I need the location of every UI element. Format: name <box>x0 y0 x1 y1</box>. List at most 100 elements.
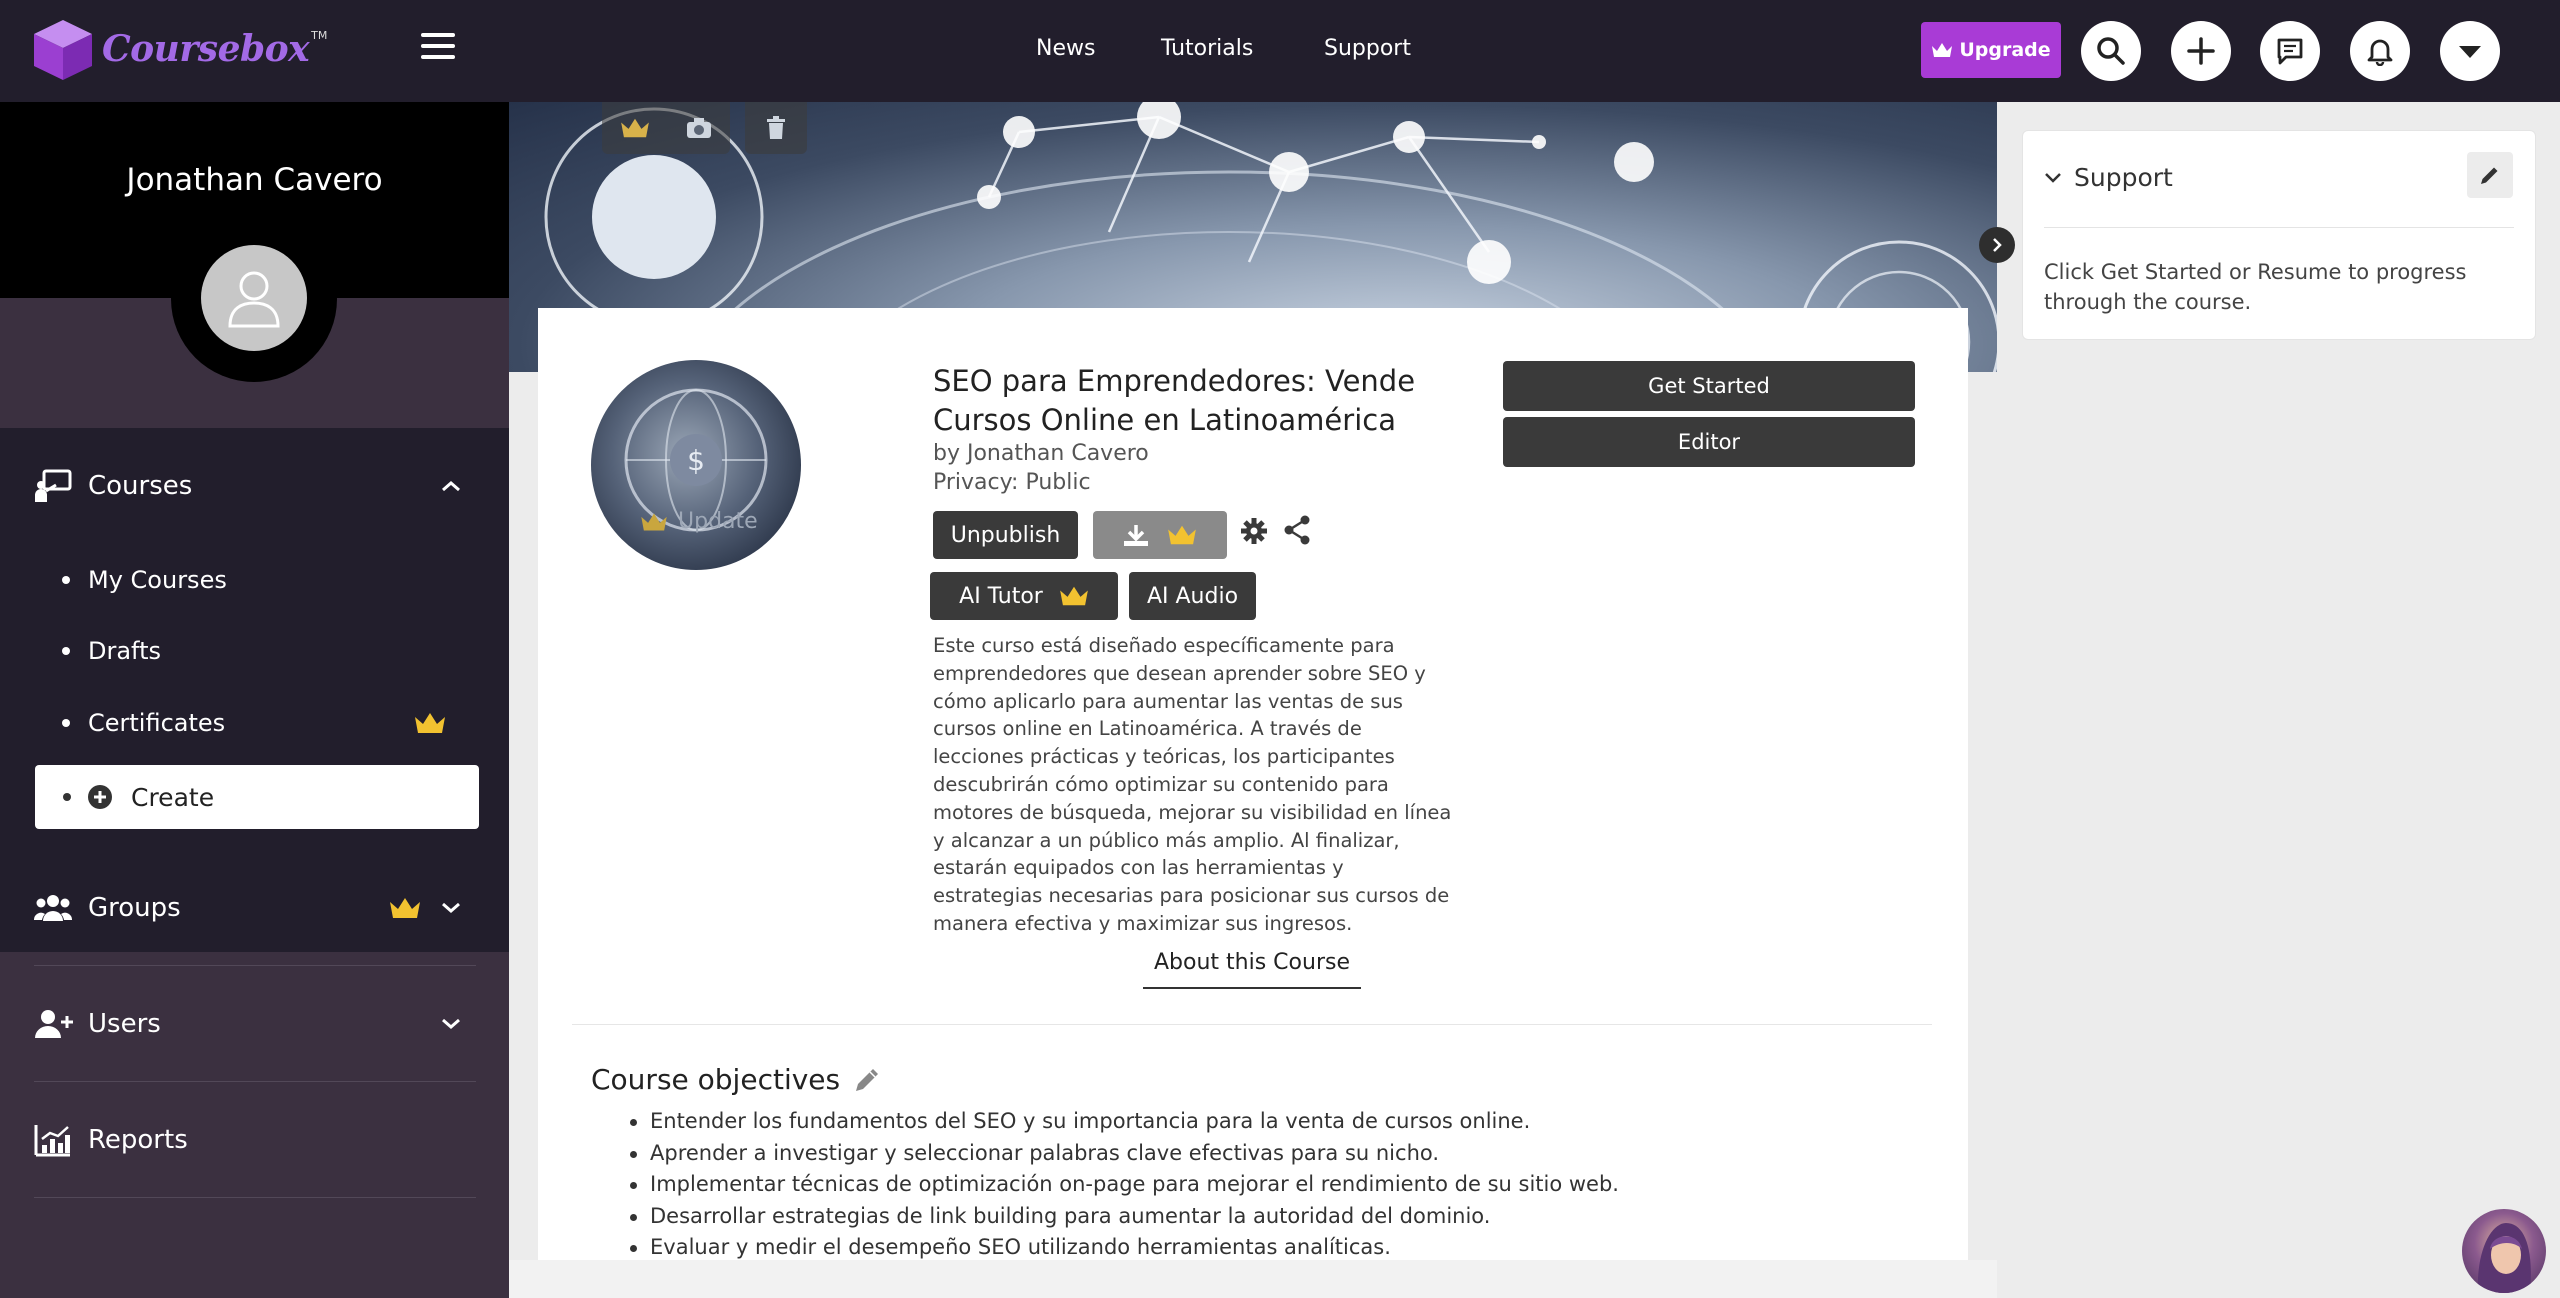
chevron-down-icon <box>442 1018 460 1029</box>
nav-tutorials[interactable]: Tutorials <box>1161 36 1253 61</box>
download-icon <box>1124 525 1148 546</box>
presentation-icon <box>35 469 72 502</box>
search-icon <box>2097 37 2125 65</box>
sidebar-item-reports[interactable]: Reports <box>0 1122 509 1158</box>
account-dropdown-button[interactable] <box>2440 21 2500 81</box>
logo[interactable]: Coursebox TM <box>30 16 327 82</box>
sidebar-item-label: Drafts <box>88 637 161 665</box>
ai-assistant-avatar[interactable] <box>2462 1209 2546 1293</box>
edit-support-button[interactable] <box>2467 152 2513 198</box>
courses-menu <box>0 428 509 952</box>
crown-icon <box>641 513 667 530</box>
create-course-button[interactable]: Create <box>35 765 479 829</box>
sidebar-item-label: Reports <box>88 1125 188 1155</box>
divider <box>572 1024 1932 1025</box>
user-plus-icon <box>35 1010 73 1038</box>
banner-image-toolbar <box>602 102 730 154</box>
banner-next-button[interactable] <box>1979 227 2015 263</box>
pencil-icon <box>2481 167 2498 184</box>
nav-news[interactable]: News <box>1036 36 1095 61</box>
upgrade-label: Upgrade <box>1959 39 2051 61</box>
create-label: Create <box>131 782 215 812</box>
logo-text: Coursebox <box>102 28 310 70</box>
share-icon[interactable] <box>1283 515 1311 545</box>
list-item: Implementar técnicas de optimización on-… <box>630 1169 1619 1201</box>
chart-bars-icon <box>34 1125 70 1157</box>
users-group-icon <box>34 895 72 921</box>
sidebar-item-courses[interactable]: Courses <box>0 468 509 504</box>
sidebar-item-label: Courses <box>88 471 193 501</box>
chevron-down-icon <box>442 902 460 913</box>
sidebar-item-label: Certificates <box>88 709 226 737</box>
user-name: Jonathan Cavero <box>126 162 383 198</box>
thumbnail-update-button[interactable]: Update <box>640 509 758 534</box>
course-title: SEO para Emprendedores: Vende Cursos Onl… <box>933 364 1416 437</box>
trash-icon <box>767 116 785 139</box>
support-panel-toggle[interactable]: Support <box>2044 163 2173 192</box>
unpublish-button[interactable]: Unpublish <box>933 511 1078 559</box>
support-panel-text: Click Get Started or Resume to progress … <box>2044 260 2467 314</box>
list-item: Aprender a investigar y seleccionar pala… <box>630 1138 1619 1170</box>
nav-support[interactable]: Support <box>1324 36 1411 61</box>
course-thumbnail[interactable]: $ <box>591 360 801 570</box>
course-privacy: Privacy: Public <box>933 470 1091 495</box>
sidebar-item-certificates[interactable]: Certificates <box>62 709 225 737</box>
page-footer-strip <box>509 1260 1997 1298</box>
divider <box>34 965 476 966</box>
update-label: Update <box>678 509 758 534</box>
chevron-up-icon <box>442 481 460 492</box>
ai-audio-button[interactable]: AI Audio <box>1129 572 1256 620</box>
gear-icon[interactable] <box>1240 517 1268 545</box>
course-author: by Jonathan Cavero <box>933 441 1149 466</box>
objectives-heading: Course objectives <box>591 1063 882 1096</box>
plus-icon <box>2187 37 2215 65</box>
avatar[interactable] <box>201 245 307 351</box>
search-button[interactable] <box>2081 21 2141 81</box>
pencil-icon[interactable] <box>852 1065 882 1095</box>
crown-icon <box>390 898 420 918</box>
bell-icon <box>2367 39 2393 66</box>
caret-down-icon <box>2459 46 2481 58</box>
user-icon <box>228 271 280 328</box>
chevron-right-icon <box>1993 238 2002 252</box>
list-item: Evaluar y medir el desempeño SEO utiliza… <box>630 1232 1619 1264</box>
sidebar-item-label: Groups <box>88 893 181 923</box>
sidebar-item-label: My Courses <box>88 566 227 594</box>
logo-cube-icon <box>30 16 96 82</box>
sidebar-item-label: Users <box>88 1009 161 1039</box>
objectives-list: Entender los fundamentos del SEO y su im… <box>630 1106 1619 1264</box>
assistant-face-icon <box>2477 1223 2531 1293</box>
divider <box>34 1081 476 1082</box>
sidebar-item-drafts[interactable]: Drafts <box>62 637 161 665</box>
chat-icon <box>2277 38 2303 65</box>
upgrade-button[interactable]: Upgrade <box>1921 22 2061 78</box>
ai-tutor-button[interactable]: AI Tutor <box>930 572 1118 620</box>
ai-tutor-label: AI Tutor <box>959 583 1043 609</box>
add-button[interactable] <box>2171 21 2231 81</box>
get-started-button[interactable]: Get Started <box>1503 361 1915 411</box>
crown-icon <box>1932 43 1953 57</box>
tab-about-this-course[interactable]: About this Course <box>1143 950 1361 989</box>
messages-button[interactable] <box>2260 21 2320 81</box>
divider <box>2044 227 2514 228</box>
globe-icon: $ <box>624 388 768 532</box>
svg-text:$: $ <box>687 444 705 477</box>
sidebar-item-users[interactable]: Users <box>0 1006 509 1042</box>
divider <box>34 1197 476 1198</box>
crown-icon <box>1168 525 1196 545</box>
editor-button[interactable]: Editor <box>1503 417 1915 467</box>
delete-banner-button[interactable] <box>745 102 807 154</box>
menu-toggle-button[interactable] <box>421 33 455 63</box>
crown-icon <box>415 713 445 733</box>
sidebar-item-my-courses[interactable]: My Courses <box>62 566 227 594</box>
camera-icon[interactable] <box>686 117 712 139</box>
objectives-title: Course objectives <box>591 1063 841 1096</box>
crown-icon <box>621 118 649 138</box>
notifications-button[interactable] <box>2350 21 2410 81</box>
sidebar-item-groups[interactable]: Groups <box>0 890 509 926</box>
chevron-down-icon <box>2045 172 2061 183</box>
download-button[interactable] <box>1093 511 1227 559</box>
list-item: Desarrollar estrategias de link building… <box>630 1201 1619 1233</box>
list-item: Entender los fundamentos del SEO y su im… <box>630 1106 1619 1138</box>
course-description: Este curso está diseñado específicamente… <box>933 634 1452 935</box>
